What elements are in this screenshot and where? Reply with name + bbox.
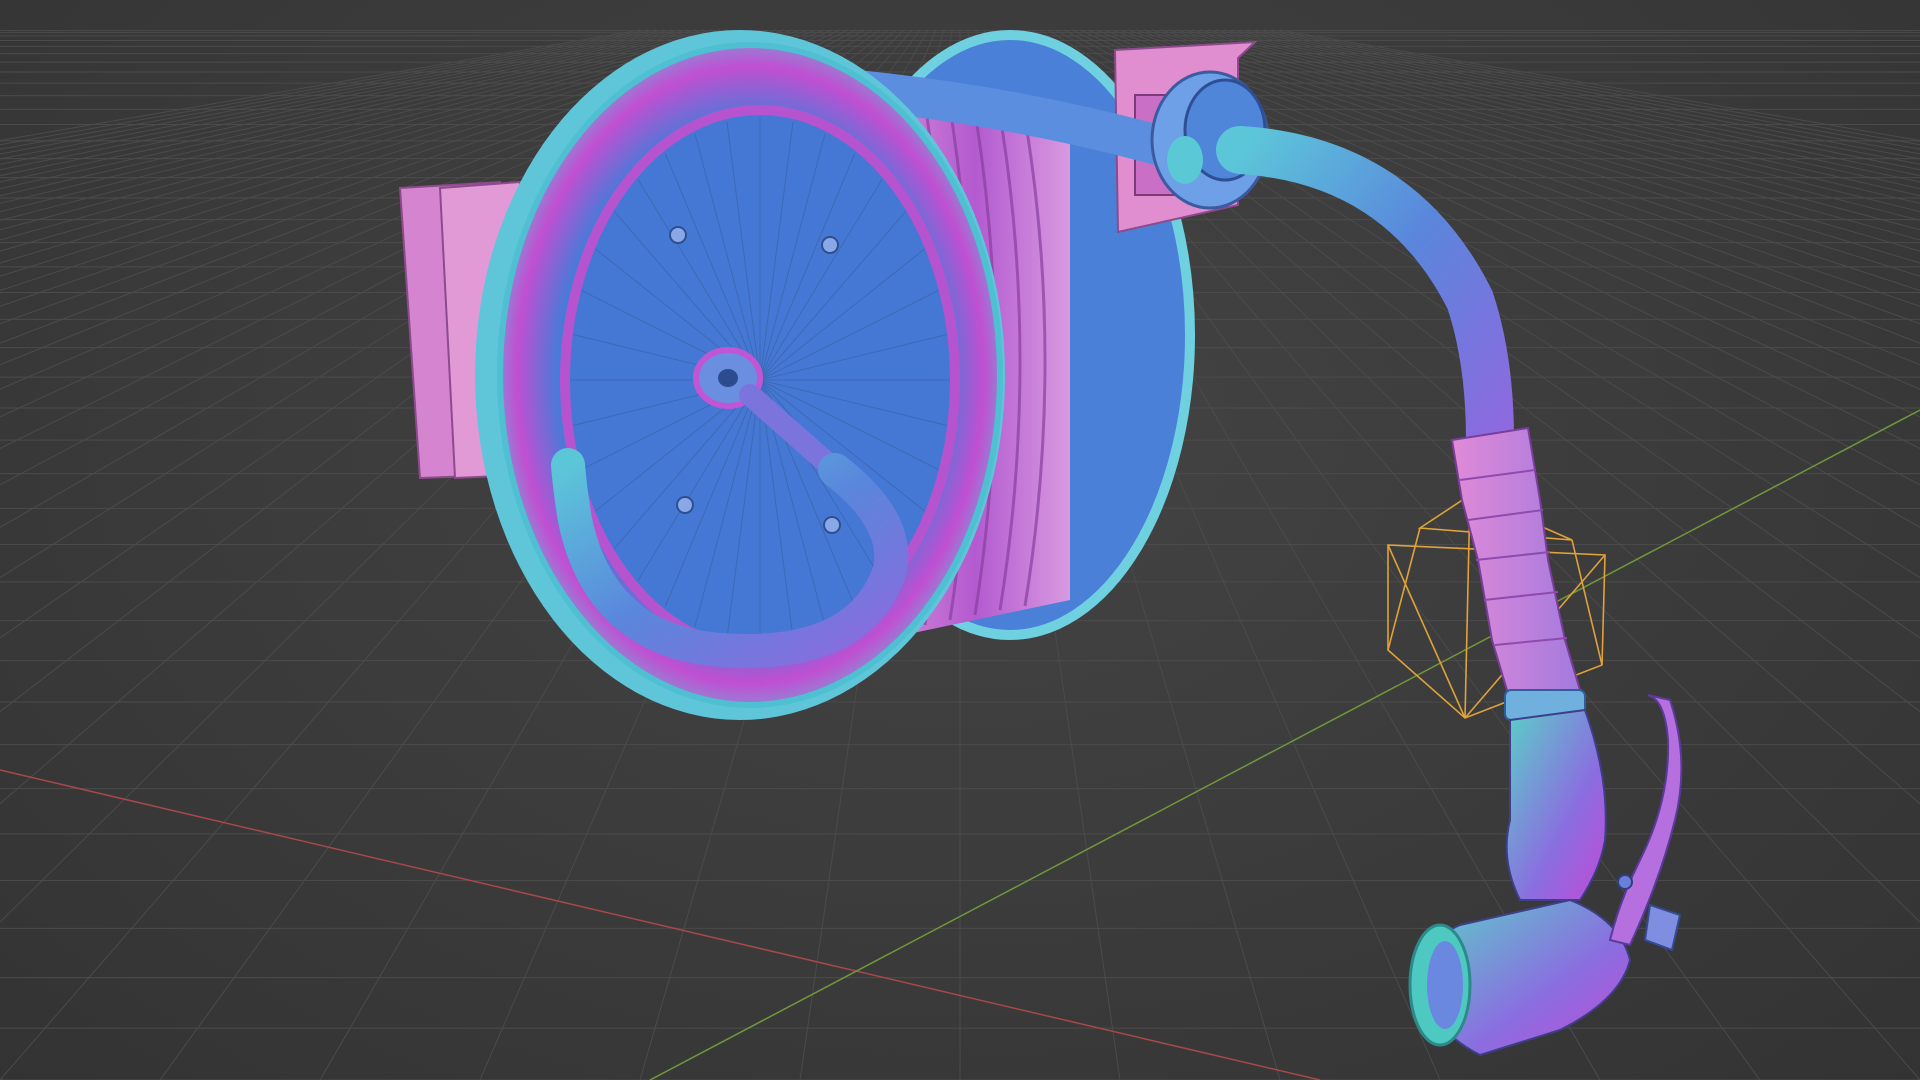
nozzle-trigger[interactable] bbox=[1608, 694, 1683, 947]
viewport-canvas[interactable] bbox=[0, 0, 1920, 1080]
3d-viewport[interactable] bbox=[0, 0, 1920, 1080]
trigger-lock[interactable] bbox=[1643, 903, 1682, 952]
spray-nozzle[interactable] bbox=[1408, 708, 1632, 1057]
x-axis-line bbox=[0, 769, 1321, 1080]
trigger-pivot bbox=[1617, 874, 1633, 890]
